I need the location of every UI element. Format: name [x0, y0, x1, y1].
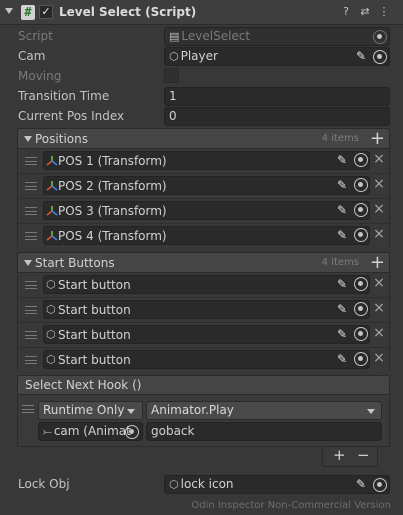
- gameobject-cube-icon: ⬡: [46, 278, 56, 291]
- transform-icon: [46, 231, 58, 241]
- lock-obj-label: Lock Obj: [18, 477, 70, 491]
- start-button-value: Start button: [58, 353, 131, 367]
- edit-pencil-icon[interactable]: ✎: [335, 153, 349, 167]
- chevron-down-icon: [127, 409, 135, 414]
- drag-handle-icon[interactable]: [25, 356, 37, 364]
- lock-picker-icon[interactable]: [373, 478, 387, 492]
- foldout-arrow-icon[interactable]: [5, 8, 13, 14]
- remove-item-icon[interactable]: ×: [373, 227, 385, 241]
- position-value: POS 2 (Transform): [58, 179, 167, 193]
- position-value: POS 3 (Transform): [58, 204, 167, 218]
- positions-add-button[interactable]: +: [370, 129, 385, 149]
- start-button-value: Start button: [58, 303, 131, 317]
- hook-title: Select Next Hook (): [25, 378, 142, 392]
- remove-item-icon[interactable]: ×: [373, 152, 385, 166]
- help-icon[interactable]: ?: [339, 5, 353, 19]
- edit-pencil-icon[interactable]: ✎: [335, 203, 349, 217]
- remove-item-icon[interactable]: ×: [373, 202, 385, 216]
- gameobject-cube-icon: ⬡: [169, 50, 179, 63]
- transition-time-input[interactable]: 1: [164, 87, 390, 106]
- runtime-mode-dropdown[interactable]: Runtime Only: [38, 401, 143, 420]
- edit-pencil-icon[interactable]: ✎: [335, 327, 349, 341]
- script-file-icon: ▤: [169, 30, 180, 43]
- cam-picker-icon[interactable]: [373, 50, 387, 64]
- current-pos-index-input[interactable]: 0: [164, 107, 390, 126]
- script-hash-icon: #: [21, 5, 35, 20]
- drag-handle-icon[interactable]: [25, 207, 37, 215]
- positions-title: Positions: [35, 132, 88, 146]
- object-picker-icon[interactable]: [354, 277, 368, 291]
- component-header[interactable]: # ✓ Level Select (Script) ? ⇄ ⋮: [0, 0, 403, 25]
- transform-icon: [46, 156, 58, 166]
- gameobject-cube-icon: ⬡: [46, 328, 56, 341]
- transform-icon: [46, 206, 58, 216]
- gameobject-cube-icon: ⬡: [46, 303, 56, 316]
- drag-handle-icon[interactable]: [25, 281, 37, 289]
- object-picker-icon[interactable]: [354, 178, 368, 192]
- start-button-value: Start button: [58, 278, 131, 292]
- cam-edit-pencil-icon[interactable]: ✎: [354, 49, 368, 63]
- lock-edit-pencil-icon[interactable]: ✎: [354, 477, 368, 491]
- start-buttons-foldout-icon[interactable]: [24, 260, 32, 266]
- hook-remove-button[interactable]: −: [357, 446, 370, 464]
- moving-checkbox: [164, 68, 179, 83]
- object-picker-icon[interactable]: [354, 352, 368, 366]
- object-picker-icon[interactable]: [354, 203, 368, 217]
- function-dropdown[interactable]: Animator.Play: [146, 401, 382, 420]
- enabled-checkbox[interactable]: ✓: [39, 5, 53, 19]
- odin-footer: Odin Inspector Non-Commercial Version: [191, 500, 391, 511]
- start-buttons-count: 4 items: [321, 257, 359, 268]
- drag-handle-icon[interactable]: [25, 306, 37, 314]
- gameobject-cube-icon: ⬡: [46, 353, 56, 366]
- select-next-hook-header: Select Next Hook (): [17, 375, 390, 395]
- transition-time-label: Transition Time: [18, 89, 110, 103]
- start-button-value: Start button: [58, 328, 131, 342]
- hook-target-picker-icon[interactable]: [125, 425, 139, 439]
- position-value: POS 4 (Transform): [58, 229, 167, 243]
- component-title: Level Select (Script): [59, 5, 197, 19]
- start-buttons-title: Start Buttons: [35, 256, 115, 270]
- positions-count: 4 items: [321, 133, 359, 144]
- remove-item-icon[interactable]: ×: [373, 301, 385, 315]
- kebab-menu-icon[interactable]: ⋮: [377, 5, 391, 19]
- cam-label: Cam: [18, 49, 46, 63]
- edit-pencil-icon[interactable]: ✎: [335, 352, 349, 366]
- start-buttons-header[interactable]: Start Buttons 4 items +: [17, 252, 390, 273]
- gameobject-cube-icon: ⬡: [169, 478, 179, 491]
- transform-icon: [46, 181, 58, 191]
- object-picker-icon[interactable]: [354, 228, 368, 242]
- position-value: POS 1 (Transform): [58, 154, 167, 168]
- remove-item-icon[interactable]: ×: [373, 351, 385, 365]
- edit-pencil-icon[interactable]: ✎: [335, 178, 349, 192]
- hook-add-remove: + −: [322, 446, 378, 467]
- animator-icon: ⤚: [43, 425, 52, 438]
- chevron-down-icon: [367, 409, 375, 414]
- object-picker-icon[interactable]: [354, 327, 368, 341]
- remove-item-icon[interactable]: ×: [373, 177, 385, 191]
- script-field: ▤ LevelSelect: [164, 27, 390, 46]
- object-picker-icon[interactable]: [354, 302, 368, 316]
- hook-argument-input[interactable]: goback: [146, 422, 382, 441]
- edit-pencil-icon[interactable]: ✎: [335, 277, 349, 291]
- script-label: Script: [18, 29, 53, 43]
- remove-item-icon[interactable]: ×: [373, 326, 385, 340]
- hook-add-button[interactable]: +: [333, 446, 346, 464]
- positions-header[interactable]: Positions 4 items +: [17, 128, 390, 149]
- edit-pencil-icon[interactable]: ✎: [335, 228, 349, 242]
- preset-settings-icon[interactable]: ⇄: [358, 5, 372, 19]
- moving-label: Moving: [18, 69, 62, 83]
- positions-foldout-icon[interactable]: [24, 136, 32, 142]
- current-pos-index-label: Current Pos Index: [18, 109, 125, 123]
- script-picker-icon: [373, 30, 387, 44]
- drag-handle-icon[interactable]: [25, 182, 37, 190]
- drag-handle-icon[interactable]: [25, 157, 37, 165]
- object-picker-icon[interactable]: [354, 153, 368, 167]
- drag-handle-icon[interactable]: [22, 405, 34, 413]
- drag-handle-icon[interactable]: [25, 331, 37, 339]
- edit-pencil-icon[interactable]: ✎: [335, 302, 349, 316]
- drag-handle-icon[interactable]: [25, 232, 37, 240]
- remove-item-icon[interactable]: ×: [373, 276, 385, 290]
- start-buttons-add-button[interactable]: +: [370, 253, 385, 273]
